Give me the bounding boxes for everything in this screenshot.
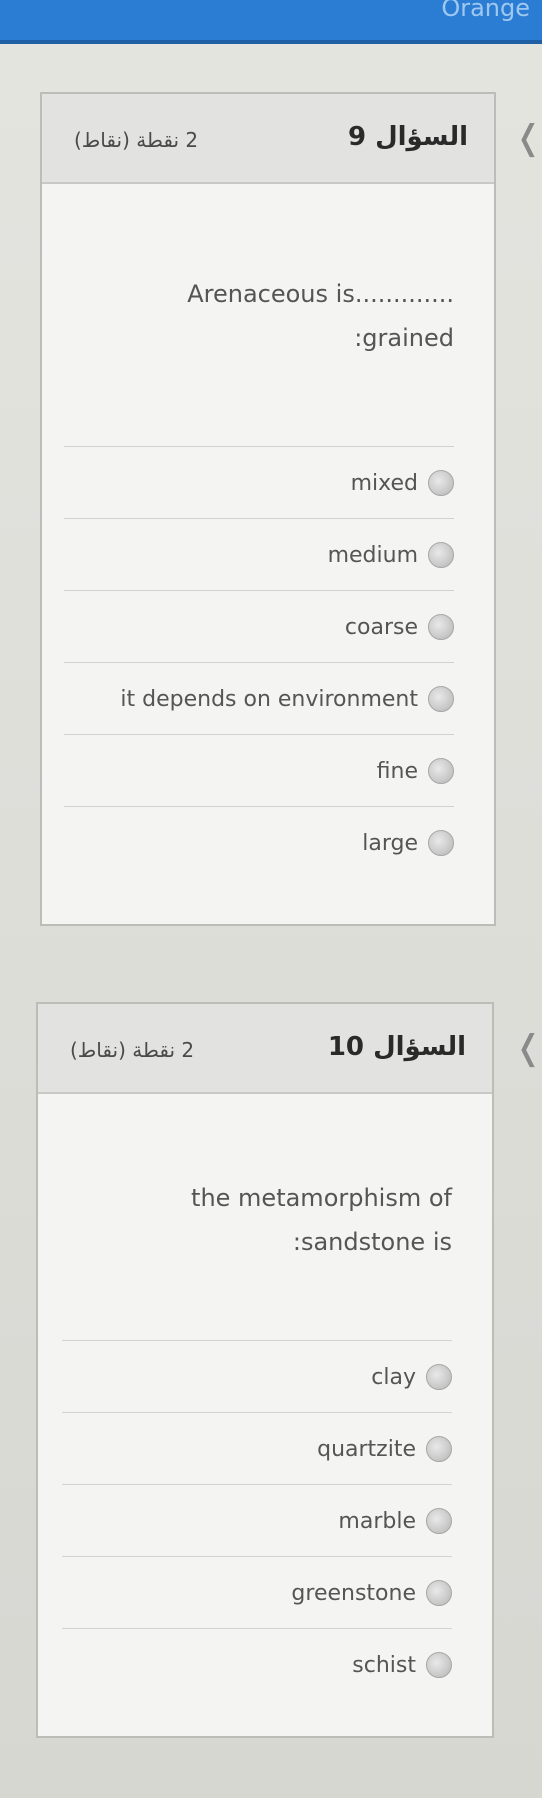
question-header: السؤال 10 2 نقطة (نقاط): [38, 1004, 492, 1094]
question-number: السؤال 9: [347, 122, 468, 152]
question-number: السؤال 10: [327, 1032, 466, 1062]
radio-empty-icon[interactable]: [428, 758, 454, 784]
question-text-line1: Arenaceous is.............: [187, 280, 454, 308]
option-label: quartzite: [317, 1436, 416, 1462]
chevron-left-icon[interactable]: ❬: [514, 1028, 542, 1068]
question-text-line1: the metamorphism of: [191, 1184, 452, 1212]
question-card-10: السؤال 10 2 نقطة (نقاط) the metamorphism…: [36, 1002, 494, 1738]
option-label: marble: [338, 1508, 416, 1534]
top-bar: Orange: [0, 0, 542, 44]
option-clay[interactable]: clay: [62, 1340, 452, 1413]
option-label: mixed: [350, 470, 418, 496]
question-points: 2 نقطة (نقاط): [70, 1038, 195, 1062]
question-text-line2: :sandstone is: [292, 1228, 452, 1256]
option-it-depends-on-environment[interactable]: it depends on environment: [64, 662, 454, 735]
option-schist[interactable]: schist: [62, 1628, 452, 1701]
option-label: fine: [376, 758, 418, 784]
radio-empty-icon[interactable]: [426, 1364, 452, 1390]
radio-empty-icon[interactable]: [428, 542, 454, 568]
option-label: coarse: [344, 614, 418, 640]
option-greenstone[interactable]: greenstone: [62, 1556, 452, 1629]
radio-empty-icon[interactable]: [426, 1580, 452, 1606]
radio-empty-icon[interactable]: [428, 686, 454, 712]
option-quartzite[interactable]: quartzite: [62, 1412, 452, 1485]
radio-empty-icon[interactable]: [426, 1508, 452, 1534]
option-label: large: [362, 830, 418, 856]
option-medium[interactable]: medium: [64, 518, 454, 591]
chevron-left-icon[interactable]: ❬: [514, 118, 542, 158]
option-label: clay: [371, 1364, 416, 1390]
option-fine[interactable]: fine: [64, 734, 454, 807]
option-label: schist: [352, 1652, 416, 1678]
option-coarse[interactable]: coarse: [64, 590, 454, 663]
question-header: السؤال 9 2 نقطة (نقاط): [42, 94, 494, 184]
radio-empty-icon[interactable]: [428, 470, 454, 496]
option-label: greenstone: [291, 1580, 416, 1606]
option-mixed[interactable]: mixed: [64, 446, 454, 519]
brand-logo: Orange: [441, 0, 530, 22]
option-label: it depends on environment: [120, 686, 418, 712]
radio-empty-icon[interactable]: [428, 830, 454, 856]
question-points: 2 نقطة (نقاط): [74, 128, 199, 152]
question-text-line2: :grained: [354, 324, 454, 352]
option-label: medium: [327, 542, 418, 568]
radio-empty-icon[interactable]: [428, 614, 454, 640]
option-marble[interactable]: marble: [62, 1484, 452, 1557]
radio-empty-icon[interactable]: [426, 1436, 452, 1462]
option-large[interactable]: large: [64, 806, 454, 879]
radio-empty-icon[interactable]: [426, 1652, 452, 1678]
question-card-9: السؤال 9 2 نقطة (نقاط) Arenaceous is....…: [40, 92, 496, 926]
